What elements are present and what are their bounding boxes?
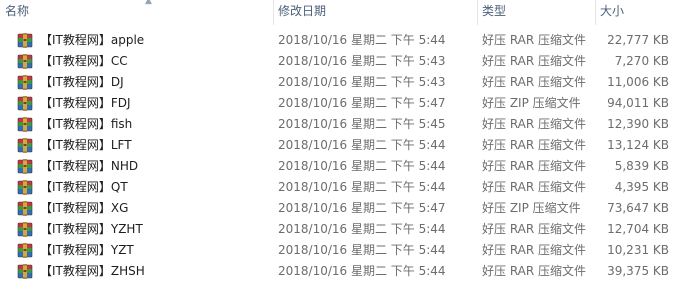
file-row[interactable]: 【IT教程网】apple 2018/10/16 星期二 下午 5:44 好压 R… [0,30,679,51]
sort-ascending-icon: ▲ [145,0,152,6]
file-size: 10,231 KB [607,243,669,257]
file-modified-date: 2018/10/16 星期二 下午 5:44 [278,159,446,173]
file-size: 4,395 KB [614,180,669,194]
file-row[interactable]: 【IT教程网】FDJ 2018/10/16 星期二 下午 5:47 好压 ZIP… [0,93,679,114]
file-row[interactable]: 【IT教程网】LFT 2018/10/16 星期二 下午 5:44 好压 RAR… [0,135,679,156]
file-name: 【IT教程网】LFT [40,138,132,152]
file-row[interactable]: 【IT教程网】NHD 2018/10/16 星期二 下午 5:44 好压 RAR… [0,156,679,177]
archive-file-icon [17,264,33,279]
file-row[interactable]: 【IT教程网】DJ 2018/10/16 星期二 下午 5:43 好压 RAR … [0,72,679,93]
file-type: 好压 RAR 压缩文件 [482,159,587,173]
column-header-bar: 名称 ▲ 修改日期 类型 大小 [0,0,679,25]
file-type: 好压 RAR 压缩文件 [482,138,587,152]
file-type: 好压 RAR 压缩文件 [482,264,587,278]
column-header-date[interactable]: 修改日期 [273,0,477,25]
file-name: 【IT教程网】XG [40,201,129,215]
archive-file-icon [17,54,33,69]
archive-file-icon [17,180,33,195]
file-type: 好压 ZIP 压缩文件 [482,96,581,110]
file-name: 【IT教程网】DJ [40,75,124,89]
file-name: 【IT教程网】YZT [40,243,134,257]
column-header-type[interactable]: 类型 [477,0,595,25]
archive-file-icon [17,33,33,48]
file-size: 7,270 KB [614,54,669,68]
file-modified-date: 2018/10/16 星期二 下午 5:44 [278,33,446,47]
archive-file-icon [17,222,33,237]
file-row[interactable]: 【IT教程网】YZT 2018/10/16 星期二 下午 5:44 好压 RAR… [0,240,679,261]
file-size: 73,647 KB [607,201,669,215]
file-name: 【IT教程网】ZHSH [40,264,145,278]
archive-file-icon [17,96,33,111]
file-name: 【IT教程网】CC [40,54,128,68]
file-row[interactable]: 【IT教程网】QT 2018/10/16 星期二 下午 5:44 好压 RAR … [0,177,679,198]
file-name: 【IT教程网】apple [40,33,145,47]
file-modified-date: 2018/10/16 星期二 下午 5:44 [278,264,446,278]
file-type: 好压 RAR 压缩文件 [482,54,587,68]
archive-file-icon [17,75,33,90]
file-name: 【IT教程网】NHD [40,159,139,173]
file-modified-date: 2018/10/16 星期二 下午 5:47 [278,201,446,215]
archive-file-icon [17,138,33,153]
file-modified-date: 2018/10/16 星期二 下午 5:43 [278,75,446,89]
file-type: 好压 ZIP 压缩文件 [482,201,581,215]
file-list: 【IT教程网】apple 2018/10/16 星期二 下午 5:44 好压 R… [0,30,679,282]
file-modified-date: 2018/10/16 星期二 下午 5:43 [278,54,446,68]
file-size: 11,006 KB [607,75,669,89]
file-row[interactable]: 【IT教程网】ZHSH 2018/10/16 星期二 下午 5:44 好压 RA… [0,261,679,282]
file-type: 好压 RAR 压缩文件 [482,180,587,194]
file-modified-date: 2018/10/16 星期二 下午 5:44 [278,180,446,194]
archive-file-icon [17,243,33,258]
file-type: 好压 RAR 压缩文件 [482,117,587,131]
file-size: 13,124 KB [607,138,669,152]
archive-file-icon [17,117,33,132]
file-size: 94,011 KB [607,96,669,110]
file-row[interactable]: 【IT教程网】CC 2018/10/16 星期二 下午 5:43 好压 RAR … [0,51,679,72]
file-row[interactable]: 【IT教程网】XG 2018/10/16 星期二 下午 5:47 好压 ZIP … [0,198,679,219]
file-modified-date: 2018/10/16 星期二 下午 5:44 [278,138,446,152]
column-header-size[interactable]: 大小 [595,0,679,25]
file-row[interactable]: 【IT教程网】YZHT 2018/10/16 星期二 下午 5:44 好压 RA… [0,219,679,240]
file-size: 5,839 KB [614,159,669,173]
file-size: 12,704 KB [607,222,669,236]
file-modified-date: 2018/10/16 星期二 下午 5:44 [278,243,446,257]
file-type: 好压 RAR 压缩文件 [482,222,587,236]
file-size: 12,390 KB [607,117,669,131]
file-row[interactable]: 【IT教程网】fish 2018/10/16 星期二 下午 5:45 好压 RA… [0,114,679,135]
file-modified-date: 2018/10/16 星期二 下午 5:44 [278,222,446,236]
file-size: 39,375 KB [607,264,669,278]
file-name: 【IT教程网】YZHT [40,222,143,236]
file-modified-date: 2018/10/16 星期二 下午 5:47 [278,96,446,110]
file-type: 好压 RAR 压缩文件 [482,33,587,47]
file-type: 好压 RAR 压缩文件 [482,243,587,257]
file-name: 【IT教程网】FDJ [40,96,131,110]
file-type: 好压 RAR 压缩文件 [482,75,587,89]
file-modified-date: 2018/10/16 星期二 下午 5:45 [278,117,446,131]
file-size: 22,777 KB [607,33,669,47]
archive-file-icon [17,201,33,216]
archive-file-icon [17,159,33,174]
file-name: 【IT教程网】fish [40,117,133,131]
column-header-name[interactable]: 名称 [0,0,273,25]
file-name: 【IT教程网】QT [40,180,128,194]
